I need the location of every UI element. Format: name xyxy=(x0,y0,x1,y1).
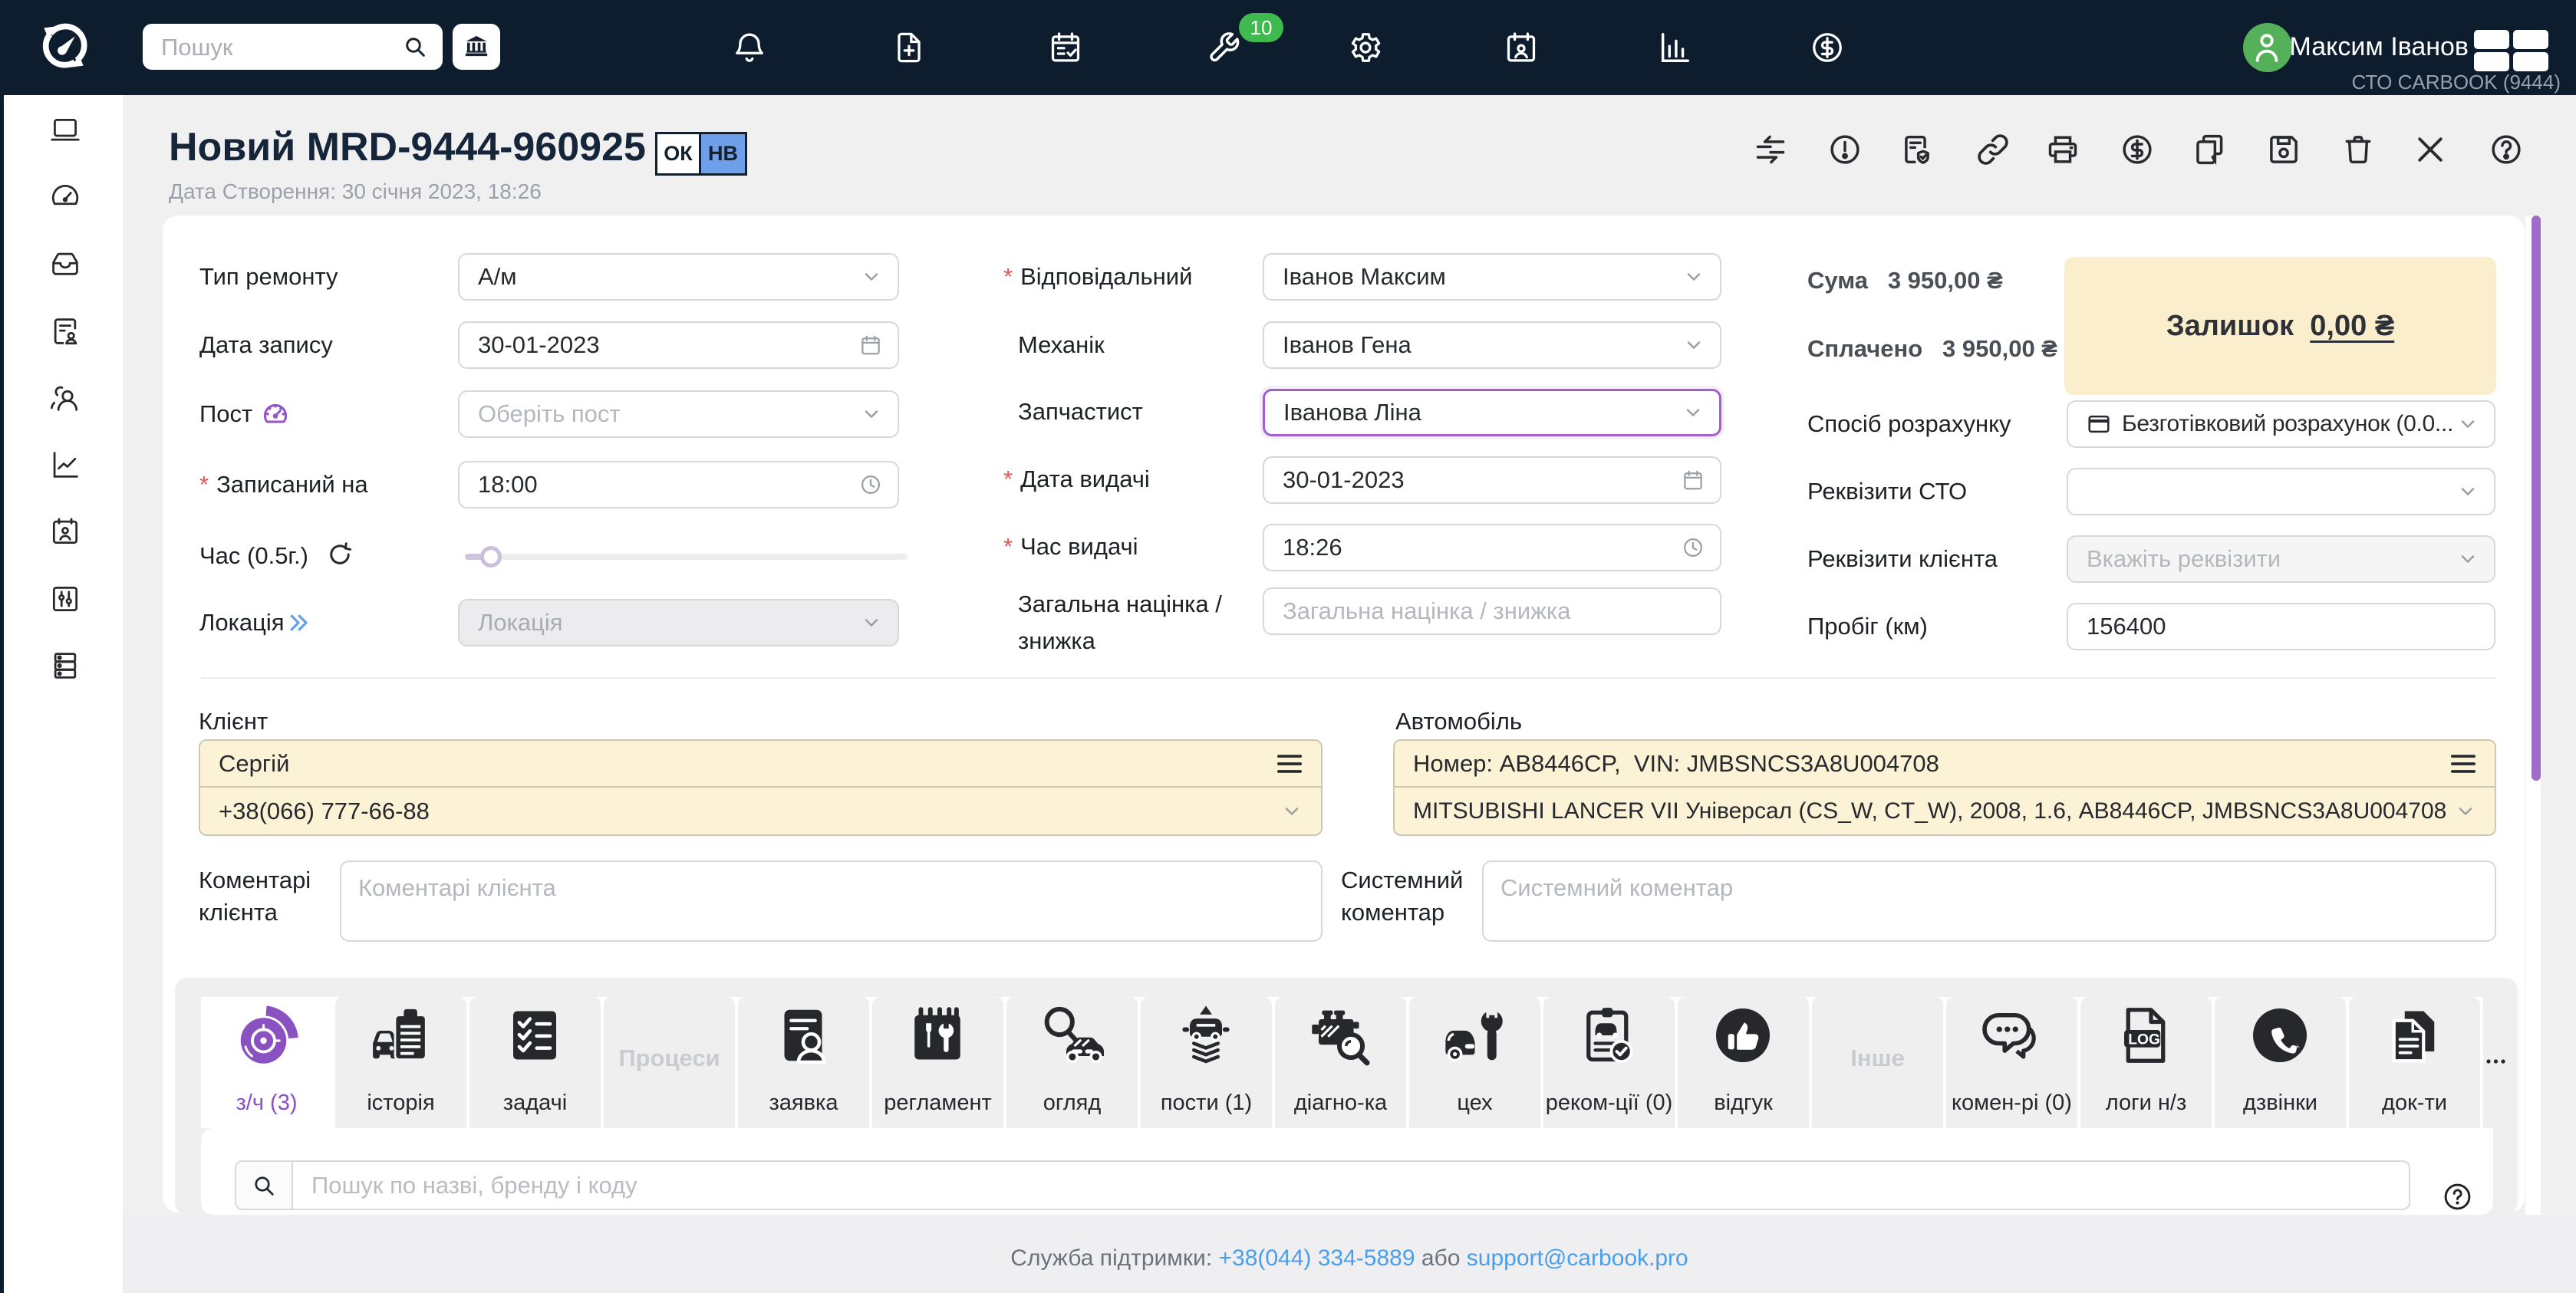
svg-text:LOG: LOG xyxy=(2128,1031,2160,1048)
